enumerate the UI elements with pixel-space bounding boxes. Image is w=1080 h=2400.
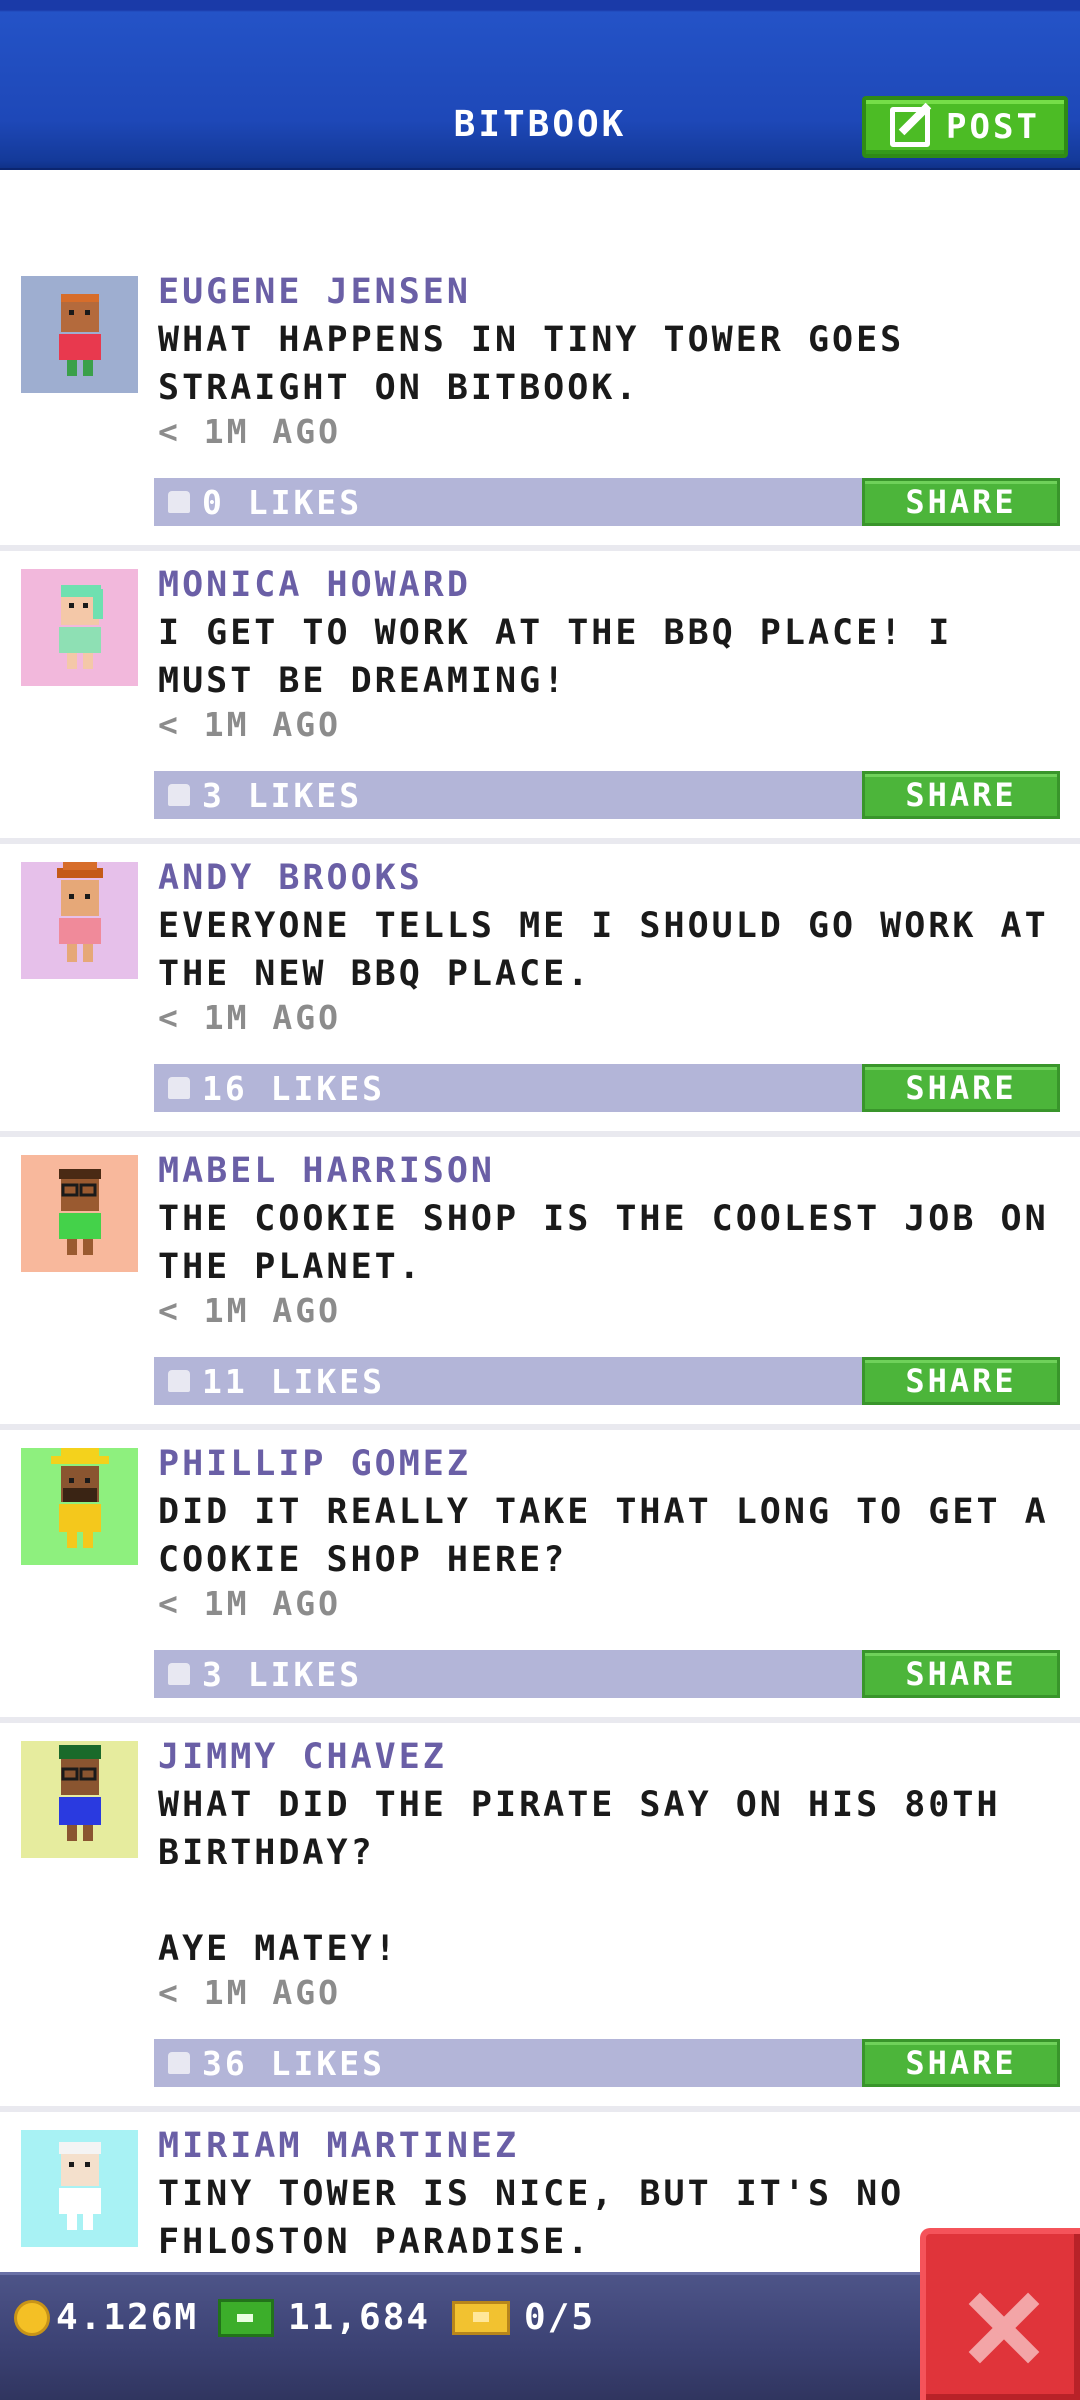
thumbs-up-icon bbox=[168, 1077, 190, 1099]
divider bbox=[0, 1424, 1080, 1430]
edit-icon bbox=[890, 107, 931, 147]
post-time: < 1M AGO bbox=[158, 1584, 341, 1623]
like-count: 3 LIKES bbox=[202, 1654, 363, 1694]
like-count: 36 LIKES bbox=[202, 2043, 385, 2083]
like-count: 11 LIKES bbox=[202, 1361, 385, 1401]
share-button[interactable]: SHARE bbox=[862, 2039, 1060, 2087]
feed-post: MABEL HARRISON THE COOKIE SHOP IS THE CO… bbox=[0, 1151, 1080, 1444]
divider bbox=[0, 545, 1080, 551]
feed-post: EUGENE JENSEN WHAT HAPPENS IN TINY TOWER… bbox=[0, 272, 1080, 565]
avatar[interactable] bbox=[21, 276, 138, 393]
avatar[interactable] bbox=[21, 1448, 138, 1565]
tickets-stat: 0/5 bbox=[452, 2297, 595, 2338]
coins-value: 4.126M bbox=[56, 2297, 199, 2338]
share-button[interactable]: SHARE bbox=[862, 1357, 1060, 1405]
post-author[interactable]: MABEL HARRISON bbox=[158, 1151, 495, 1191]
post-author[interactable]: JIMMY CHAVEZ bbox=[158, 1737, 447, 1777]
divider bbox=[0, 1131, 1080, 1137]
like-count: 3 LIKES bbox=[202, 775, 363, 815]
share-button[interactable]: SHARE bbox=[862, 1064, 1060, 1112]
avatar[interactable] bbox=[21, 1155, 138, 1272]
close-button[interactable] bbox=[920, 2228, 1080, 2400]
post-button-label: POST bbox=[946, 107, 1040, 147]
thumbs-up-icon bbox=[168, 1663, 190, 1685]
thumbs-up-icon bbox=[168, 1370, 190, 1392]
post-time: < 1M AGO bbox=[158, 998, 341, 1037]
post-message: I GET TO WORK AT THE BBQ PLACE! I MUST B… bbox=[158, 613, 977, 701]
feed-post: JIMMY CHAVEZ WHAT DID THE PIRATE SAY ON … bbox=[0, 1737, 1080, 2126]
bux-stat: 11,684 bbox=[218, 2297, 430, 2338]
bux-icon bbox=[218, 2298, 274, 2337]
like-count: 0 LIKES bbox=[202, 482, 363, 522]
post-message: EVERYONE TELLS ME I SHOULD GO WORK AT TH… bbox=[158, 906, 1073, 994]
post-author[interactable]: EUGENE JENSEN bbox=[158, 272, 471, 312]
avatar[interactable] bbox=[21, 862, 138, 979]
divider bbox=[0, 1717, 1080, 1723]
thumbs-up-icon bbox=[168, 2052, 190, 2074]
post-message: DID IT REALLY TAKE THAT LONG TO GET A CO… bbox=[158, 1492, 1073, 1580]
feed-post: ANDY BROOKS EVERYONE TELLS ME I SHOULD G… bbox=[0, 858, 1080, 1151]
status-bar: 4.126M 11,684 0/5 bbox=[0, 2272, 1080, 2400]
post-author[interactable]: ANDY BROOKS bbox=[158, 858, 423, 898]
tickets-value: 0/5 bbox=[524, 2297, 596, 2338]
like-count: 16 LIKES bbox=[202, 1068, 385, 1108]
post-time: < 1M AGO bbox=[158, 412, 341, 451]
post-author[interactable]: MONICA HOWARD bbox=[158, 565, 471, 605]
thumbs-up-icon bbox=[168, 491, 190, 513]
coins-stat: 4.126M bbox=[14, 2297, 198, 2338]
coin-icon bbox=[14, 2299, 50, 2336]
post-button[interactable]: POST bbox=[862, 96, 1068, 158]
post-time: < 1M AGO bbox=[158, 1291, 341, 1330]
post-message: WHAT HAPPENS IN TINY TOWER GOES STRAIGHT… bbox=[158, 320, 929, 408]
feed-post: MONICA HOWARD I GET TO WORK AT THE BBQ P… bbox=[0, 565, 1080, 858]
divider bbox=[0, 838, 1080, 844]
post-author[interactable]: MIRIAM MARTINEZ bbox=[158, 2126, 519, 2166]
top-bar: BITBOOK POST bbox=[0, 0, 1080, 170]
avatar[interactable] bbox=[21, 569, 138, 686]
post-time: < 1M AGO bbox=[158, 705, 341, 744]
share-button[interactable]: SHARE bbox=[862, 1650, 1060, 1698]
post-message: WHAT DID THE PIRATE SAY ON HIS 80TH BIRT… bbox=[158, 1785, 1001, 1969]
ticket-icon bbox=[452, 2300, 510, 2335]
avatar[interactable] bbox=[21, 1741, 138, 1858]
post-time: < 1M AGO bbox=[158, 1973, 341, 2012]
close-icon bbox=[968, 2292, 1038, 2362]
post-message: THE COOKIE SHOP IS THE COOLEST JOB ON TH… bbox=[158, 1199, 1073, 1287]
share-button[interactable]: SHARE bbox=[862, 478, 1060, 526]
thumbs-up-icon bbox=[168, 784, 190, 806]
post-author[interactable]: PHILLIP GOMEZ bbox=[158, 1444, 471, 1484]
feed-post: PHILLIP GOMEZ DID IT REALLY TAKE THAT LO… bbox=[0, 1444, 1080, 1737]
divider bbox=[0, 2106, 1080, 2112]
share-button[interactable]: SHARE bbox=[862, 771, 1060, 819]
avatar[interactable] bbox=[21, 2130, 138, 2247]
bux-value: 11,684 bbox=[288, 2297, 431, 2338]
